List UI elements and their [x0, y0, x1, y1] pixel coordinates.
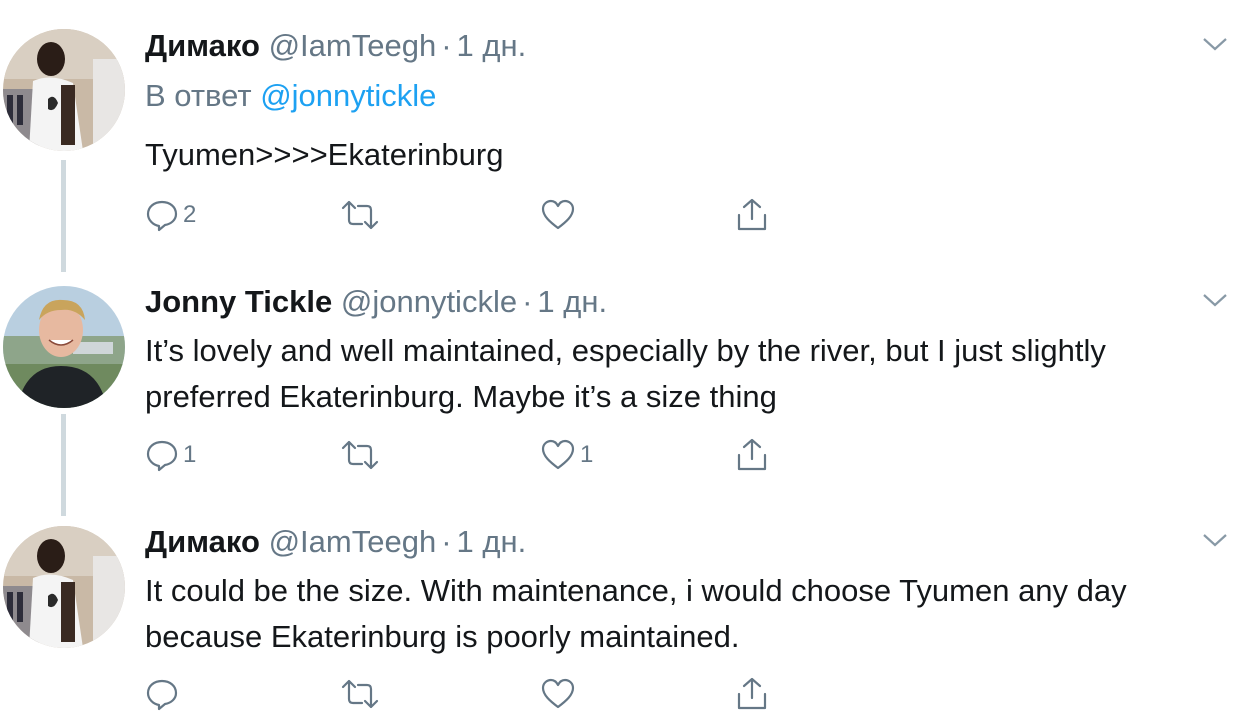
chevron-down-icon[interactable]: [1202, 532, 1228, 548]
tweet-header: Димако @IamTeegh · 1 дн.: [145, 28, 526, 64]
like-button[interactable]: [540, 674, 580, 714]
tweet-actions: 1 1: [145, 435, 845, 475]
retweet-button[interactable]: [340, 674, 384, 714]
reply-prefix: В ответ: [145, 78, 252, 113]
share-icon: [737, 438, 767, 471]
replying-to: В ответ @jonnytickle: [145, 78, 436, 114]
separator-dot: ·: [441, 28, 452, 63]
tweet-text-line: preferred Ekaterinburg. Maybe it’s a siz…: [145, 379, 777, 414]
tweet-text-line: because Ekaterinburg is poorly maintaine…: [145, 619, 740, 654]
reply-icon: [146, 679, 178, 711]
tweet-text-line: It’s lovely and well maintained, especia…: [145, 333, 1106, 368]
tweet-actions: [145, 674, 845, 714]
timestamp[interactable]: 1 дн.: [457, 524, 527, 559]
tweet[interactable]: Димако @IamTeegh · 1 дн. It could be the s…: [0, 512, 1242, 716]
retweet-button[interactable]: [340, 195, 384, 235]
share-button[interactable]: [735, 435, 769, 475]
author-name[interactable]: Jonny Tickle: [145, 284, 332, 319]
avatar[interactable]: [3, 526, 125, 648]
thread-line: [61, 414, 66, 516]
share-icon: [737, 198, 767, 231]
tweet-header: Jonny Tickle @jonnytickle · 1 дн.: [145, 284, 607, 320]
tweet-text-line: It could be the size. With maintenance, …: [145, 573, 1127, 608]
timestamp[interactable]: 1 дн.: [537, 284, 607, 319]
retweet-icon: [341, 440, 379, 470]
share-icon: [737, 677, 767, 710]
author-handle[interactable]: @IamTeegh: [269, 524, 437, 559]
retweet-button[interactable]: [340, 435, 384, 475]
tweet-header: Димако @IamTeegh · 1 дн.: [145, 524, 526, 560]
tweet-actions: 2: [145, 195, 845, 235]
separator-dot: ·: [522, 284, 533, 319]
retweet-icon: [341, 200, 379, 230]
tweet-text: Tyumen>>>>Ekaterinburg: [145, 137, 504, 172]
tweet-text: It could be the size. With maintenance, …: [145, 568, 1235, 660]
share-button[interactable]: [735, 195, 769, 235]
like-icon: [541, 199, 575, 230]
share-button[interactable]: [735, 674, 769, 714]
reply-mention-link[interactable]: @jonnytickle: [260, 78, 436, 113]
author-handle[interactable]: @jonnytickle: [341, 284, 517, 319]
chevron-down-icon[interactable]: [1202, 292, 1228, 308]
like-count: 1: [580, 441, 594, 468]
retweet-icon: [341, 679, 379, 709]
author-name[interactable]: Димако: [145, 28, 260, 63]
author-name[interactable]: Димако: [145, 524, 260, 559]
like-icon: [541, 439, 575, 470]
tweet[interactable]: Jonny Tickle @jonnytickle · 1 дн. It’s lov…: [0, 272, 1242, 516]
reply-button[interactable]: [145, 674, 183, 714]
tweet[interactable]: Димако @IamTeegh · 1 дн. В ответ @jonnytic…: [0, 0, 1242, 272]
reply-icon: [146, 200, 178, 232]
reply-button[interactable]: 1: [145, 435, 196, 475]
like-button[interactable]: [540, 195, 580, 235]
author-handle[interactable]: @IamTeegh: [269, 28, 437, 63]
thread-line: [61, 160, 66, 272]
timestamp[interactable]: 1 дн.: [457, 28, 527, 63]
reply-count: 1: [183, 441, 197, 468]
reply-button[interactable]: 2: [145, 195, 196, 235]
like-icon: [541, 678, 575, 709]
reply-icon: [146, 440, 178, 472]
separator-dot: ·: [441, 524, 452, 559]
avatar[interactable]: [3, 286, 125, 408]
avatar[interactable]: [3, 29, 125, 151]
tweet-text: It’s lovely and well maintained, especia…: [145, 328, 1235, 420]
chevron-down-icon[interactable]: [1202, 36, 1228, 52]
like-button[interactable]: 1: [540, 435, 593, 475]
reply-count: 2: [183, 201, 197, 228]
